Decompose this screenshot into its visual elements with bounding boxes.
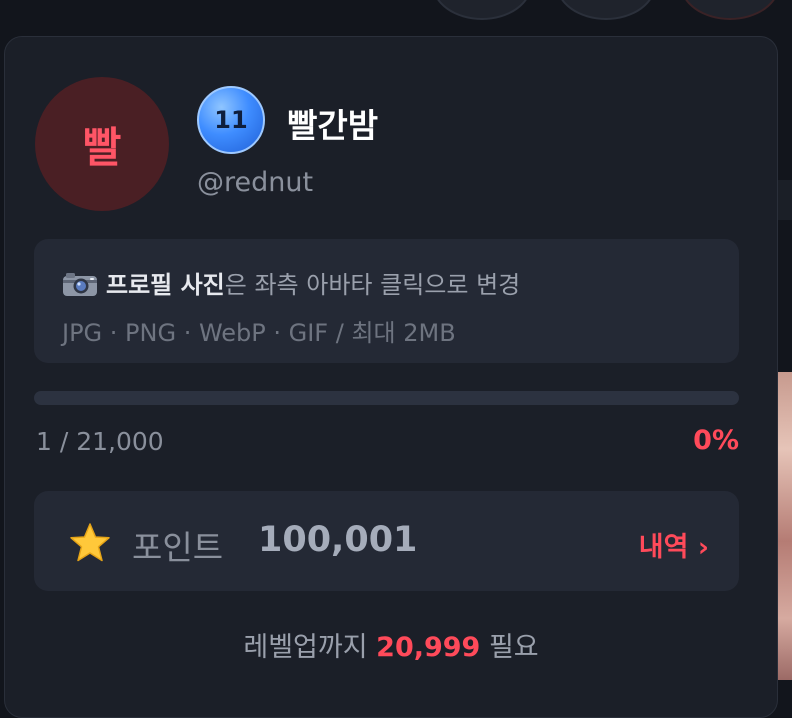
- top-avatar-circle-2[interactable]: [556, 0, 656, 20]
- profile-handle: @rednut: [197, 167, 314, 198]
- info-formats: JPG · PNG · WebP · GIF / 최대 2MB: [62, 319, 456, 347]
- levelup-requirement: 레벨업까지 20,999 필요: [5, 625, 777, 664]
- level-badge: 11: [197, 86, 265, 154]
- info-bold-text: 프로필 사진: [106, 271, 225, 299]
- info-line: 프로필 사진은 좌측 아바타 클릭으로 변경: [62, 265, 520, 300]
- profile-name: 빨간밤: [287, 106, 379, 145]
- levelup-value: 20,999: [376, 632, 481, 663]
- camera-icon: [62, 271, 98, 297]
- levelup-suffix: 필요: [480, 632, 539, 663]
- levelup-prefix: 레벨업까지: [243, 632, 377, 663]
- points-history-link[interactable]: 내역 ›: [639, 525, 709, 564]
- avatar-button[interactable]: 빨: [35, 77, 169, 211]
- progress-percent: 0%: [693, 425, 739, 456]
- level-number: 11: [214, 106, 248, 134]
- profile-card: 빨 11 빨간밤 @rednut 프로필 사진은 좌측 아바타 클릭으로 변경 …: [4, 36, 778, 718]
- profile-photo-info: 프로필 사진은 좌측 아바타 클릭으로 변경 JPG · PNG · WebP …: [34, 239, 739, 363]
- top-avatar-circle-3[interactable]: [680, 0, 780, 20]
- points-panel: 포인트 100,001 내역 ›: [34, 491, 739, 591]
- info-rest-text: 은 좌측 아바타 클릭으로 변경: [224, 271, 521, 299]
- level-progress-bar: [34, 391, 739, 405]
- points-label: 포인트: [132, 528, 224, 567]
- points-value: 100,001: [258, 520, 418, 560]
- background-panel-edge: [778, 180, 792, 220]
- avatar-initial: 빨: [82, 122, 122, 172]
- top-avatar-circle-1[interactable]: [432, 0, 532, 20]
- progress-count: 1 / 21,000: [36, 427, 164, 456]
- star-icon: [68, 521, 112, 565]
- background-image-edge: [778, 372, 792, 680]
